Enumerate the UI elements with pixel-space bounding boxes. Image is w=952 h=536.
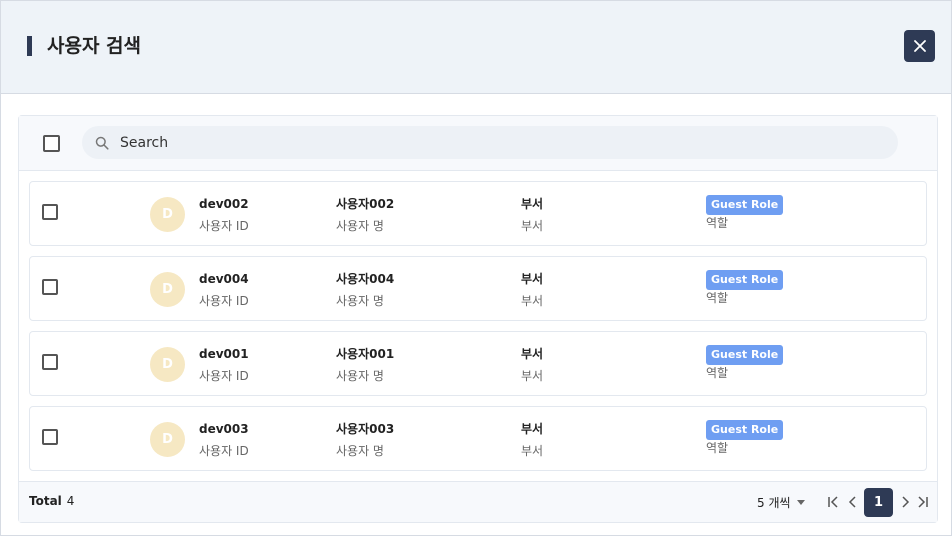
row-checkbox[interactable]: [42, 204, 58, 220]
department: 부서: [521, 272, 544, 286]
avatar: D: [150, 347, 185, 382]
row-checkbox[interactable]: [42, 279, 58, 295]
user-id: dev002: [199, 197, 249, 211]
department: 부서: [521, 422, 544, 436]
page-button-current[interactable]: 1: [864, 488, 893, 517]
department-label: 부서: [521, 369, 544, 383]
role-label: 역할: [706, 366, 729, 380]
user-id-label: 사용자 ID: [199, 294, 249, 308]
role-label: 역할: [706, 216, 729, 230]
total-count: Total 4: [29, 494, 74, 508]
user-name: 사용자001: [336, 347, 395, 361]
user-id-label: 사용자 ID: [199, 369, 249, 383]
search-input[interactable]: [120, 134, 880, 151]
user-name-label: 사용자 명: [336, 444, 384, 458]
avatar: D: [150, 422, 185, 457]
role-badge: Guest Role: [706, 420, 784, 440]
user-search-dialog: 사용자 검색 D dev002사용자 ID 사용자002사용자 명 부서부서: [0, 0, 952, 536]
caret-down-icon: [796, 500, 805, 505]
role-badge: Guest Role: [706, 345, 784, 365]
select-all-checkbox[interactable]: [43, 135, 60, 152]
close-icon: [913, 40, 926, 52]
department: 부서: [521, 197, 544, 211]
user-name-label: 사용자 명: [336, 369, 384, 383]
page-size-value: 5 개씩: [757, 496, 791, 510]
user-row[interactable]: D dev003 사용자 ID 사용자003 사용자 명 부서 부서 Guest Ro…: [29, 406, 927, 471]
user-row[interactable]: D dev004 사용자 ID 사용자004 사용자 명 부서 부서 Guest Ro…: [29, 256, 927, 321]
user-id-label: 사용자 ID: [199, 219, 249, 233]
department: 부서: [521, 347, 544, 361]
avatar: D: [150, 197, 185, 232]
next-page-icon[interactable]: [898, 495, 912, 509]
role-label: 역할: [706, 291, 729, 305]
first-page-icon[interactable]: [826, 495, 840, 509]
avatar: D: [150, 272, 185, 307]
user-row[interactable]: D dev001 사용자 ID 사용자001 사용자 명 부서 부서 Guest Ro…: [29, 331, 927, 396]
user-list-panel: D dev002사용자 ID 사용자002사용자 명 부서부서 Guest Ro…: [18, 115, 938, 523]
role-label: 역할: [706, 441, 729, 455]
prev-page-icon[interactable]: [846, 495, 860, 509]
department-label: 부서: [521, 444, 544, 458]
last-page-icon[interactable]: [916, 495, 930, 509]
user-name: 사용자003: [336, 422, 395, 436]
user-id: dev004: [199, 272, 249, 286]
title-accent-bar: [27, 36, 32, 56]
dialog-header: 사용자 검색: [1, 1, 951, 94]
user-row[interactable]: D dev002 사용자 ID 사용자002 사용자 명 부서 부서 Guest Ro…: [29, 181, 927, 246]
user-id-label: 사용자 ID: [199, 444, 249, 458]
user-name-label: 사용자 명: [336, 294, 384, 308]
row-checkbox[interactable]: [42, 429, 58, 445]
role-badge: Guest Role: [706, 195, 784, 215]
user-id: dev001: [199, 347, 249, 361]
user-name-label: 사용자 명: [336, 219, 384, 233]
user-id: dev003: [199, 422, 249, 436]
department-label: 부서: [521, 294, 544, 308]
total-label: Total: [29, 494, 62, 508]
page-size-select[interactable]: 5 개씩: [757, 494, 805, 511]
list-toolbar: [19, 116, 937, 171]
search-box: [82, 126, 898, 159]
user-name: 사용자004: [336, 272, 395, 286]
user-name: 사용자002: [336, 197, 395, 211]
row-checkbox[interactable]: [42, 354, 58, 370]
total-value: 4: [66, 494, 75, 508]
close-button[interactable]: [904, 30, 935, 62]
dialog-title: 사용자 검색: [47, 35, 142, 57]
list-footer: Total 4 5 개씩 1: [19, 481, 937, 522]
department-label: 부서: [521, 219, 544, 233]
search-icon: [95, 136, 109, 150]
role-badge: Guest Role: [706, 270, 784, 290]
